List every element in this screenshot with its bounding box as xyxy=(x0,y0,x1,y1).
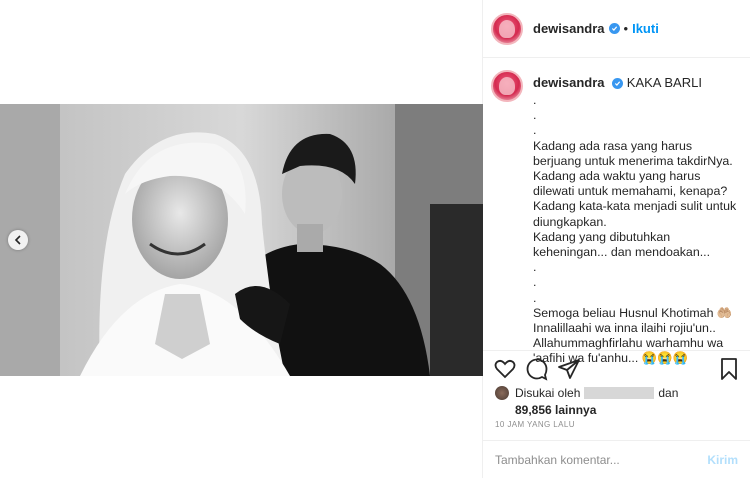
verified-badge-icon xyxy=(612,78,624,90)
caption-headline: KAKA BARLI xyxy=(626,75,702,90)
post-comment-button[interactable]: Kirim xyxy=(707,453,738,467)
caption: dewisandra KAKA BARLI . . . Kadang ada r… xyxy=(491,68,746,367)
photo-illustration xyxy=(0,104,483,376)
likes-count[interactable]: 89,856 lainnya xyxy=(515,403,745,417)
comment-input[interactable] xyxy=(495,452,708,467)
share-icon xyxy=(558,359,580,379)
likes-suffix: dan xyxy=(658,386,679,400)
post-timestamp[interactable]: 10 JAM YANG LALU xyxy=(495,420,575,429)
follow-button[interactable]: Ikuti xyxy=(632,21,659,36)
comment-button[interactable] xyxy=(525,357,549,381)
bookmark-icon xyxy=(721,358,737,380)
comment-icon xyxy=(526,358,548,381)
comment-bar: Kirim xyxy=(483,440,750,478)
carousel-prev-button[interactable] xyxy=(8,230,28,250)
post-side-panel: dewisandra • Ikuti dewisandra KAKA BARLI… xyxy=(483,0,750,478)
avatar[interactable] xyxy=(491,12,523,45)
heart-icon xyxy=(494,359,516,379)
post-photo[interactable] xyxy=(0,104,483,376)
chevron-left-icon xyxy=(14,235,21,245)
action-bar xyxy=(483,350,750,386)
likes-prefix: Disukai oleh xyxy=(515,386,581,400)
caption-header: dewisandra KAKA BARLI xyxy=(533,74,738,92)
caption-avatar[interactable] xyxy=(491,70,523,102)
header-separator: • xyxy=(623,21,629,36)
post-username[interactable]: dewisandra xyxy=(533,21,605,36)
likes-summary: Disukai oleh dan 89,856 lainnya xyxy=(495,386,745,417)
share-button[interactable] xyxy=(557,357,581,381)
caption-body: dewisandra KAKA BARLI . . . Kadang ada r… xyxy=(533,68,738,367)
likes-by-row: Disukai oleh dan xyxy=(495,386,745,400)
caption-text: . . . Kadang ada rasa yang harus berjuan… xyxy=(533,93,737,366)
post-media xyxy=(0,0,483,478)
liker-name-redacted[interactable] xyxy=(584,387,655,399)
caption-username[interactable]: dewisandra xyxy=(533,75,605,90)
verified-badge-icon xyxy=(608,23,620,34)
like-button[interactable] xyxy=(493,357,517,381)
post-header: dewisandra • Ikuti xyxy=(483,0,750,58)
save-button[interactable] xyxy=(717,357,741,381)
liker-avatar[interactable] xyxy=(495,386,509,400)
